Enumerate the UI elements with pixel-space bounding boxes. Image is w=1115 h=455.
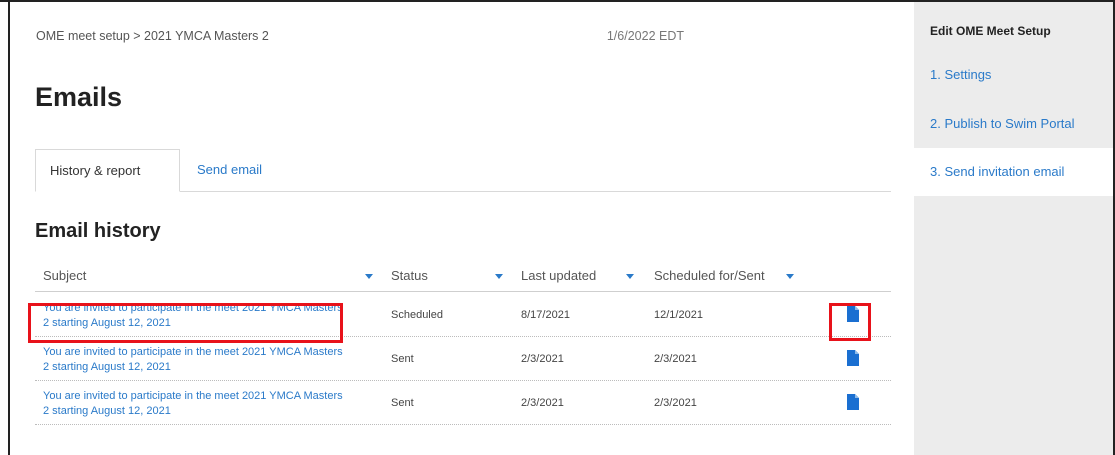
sidebar-item-settings[interactable]: 1. Settings [930, 67, 991, 82]
sidebar-title: Edit OME Meet Setup [930, 24, 1051, 38]
table-row: You are invited to participate in the me… [35, 337, 891, 381]
subject-link[interactable]: You are invited to participate in the me… [43, 345, 343, 375]
section-title: Email history [35, 220, 161, 242]
last-updated-cell: 2/3/2021 [521, 353, 564, 365]
main-panel: OME meet setup > 2021 YMCA Masters 2 1/6… [8, 0, 912, 455]
sidebar: Edit OME Meet Setup 1. Settings 2. Publi… [914, 2, 1113, 455]
last-updated-cell: 8/17/2021 [521, 309, 570, 321]
sort-subject-icon[interactable] [365, 274, 373, 279]
scheduled-cell: 2/3/2021 [654, 353, 697, 365]
subject-link[interactable]: You are invited to participate in the me… [43, 389, 343, 419]
sort-last-updated-icon[interactable] [626, 274, 634, 279]
scheduled-cell: 2/3/2021 [654, 397, 697, 409]
document-icon[interactable] [847, 394, 859, 410]
header-last-updated[interactable]: Last updated [521, 268, 596, 283]
breadcrumb[interactable]: OME meet setup > 2021 YMCA Masters 2 [36, 29, 269, 43]
sidebar-item-publish[interactable]: 2. Publish to Swim Portal [930, 116, 1075, 131]
sort-scheduled-icon[interactable] [786, 274, 794, 279]
highlight-box-icon [829, 303, 871, 341]
last-updated-cell: 2/3/2021 [521, 397, 564, 409]
header-status[interactable]: Status [391, 268, 428, 283]
tab-send-email[interactable]: Send email [183, 149, 276, 192]
date-label: 1/6/2022 EDT [606, 29, 684, 43]
tab-history-report[interactable]: History & report [35, 149, 180, 192]
sort-status-icon[interactable] [495, 274, 503, 279]
document-icon[interactable] [847, 350, 859, 366]
status-cell: Sent [391, 397, 414, 409]
header-scheduled[interactable]: Scheduled for/Sent [654, 268, 765, 283]
tab-bar: History & report Send email [35, 149, 891, 192]
table-header: Subject Status Last updated Scheduled fo… [35, 262, 891, 292]
header-subject[interactable]: Subject [43, 268, 86, 283]
scheduled-cell: 12/1/2021 [654, 309, 703, 321]
highlight-box-subject [28, 303, 343, 343]
status-cell: Scheduled [391, 309, 443, 321]
sidebar-item-send-invitation[interactable]: 3. Send invitation email [930, 164, 1064, 179]
table-row: You are invited to participate in the me… [35, 381, 891, 425]
page-title: Emails [35, 82, 123, 112]
status-cell: Sent [391, 353, 414, 365]
